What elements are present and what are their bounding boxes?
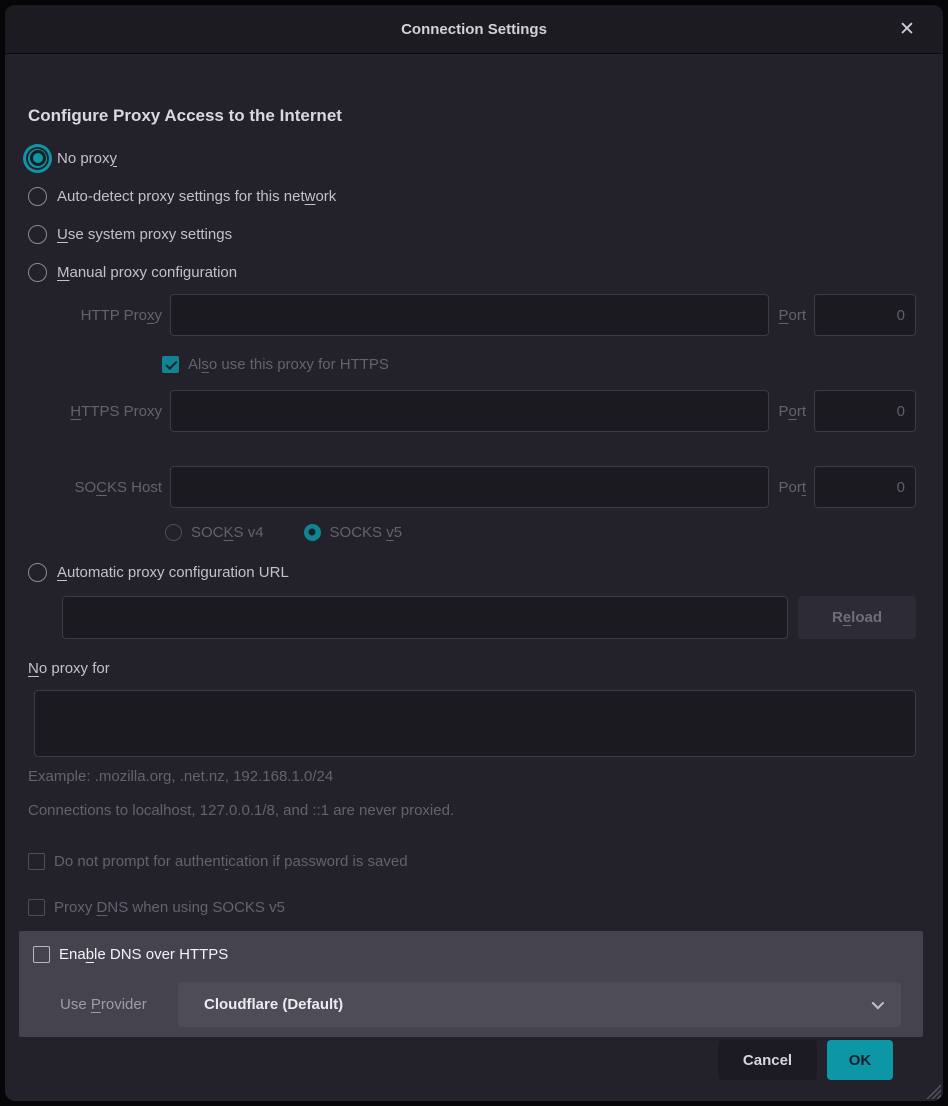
radio-label-manual-proxy: Manual proxy configuration (57, 264, 237, 281)
radio-label-no-proxy: No proxy (57, 150, 117, 167)
checkbox-label-proxy-dns: Proxy DNS when using SOCKS v5 (54, 899, 285, 916)
socks-host-row: SOCKS Host Port 0 (28, 466, 916, 508)
dns-over-https-section: Enable DNS over HTTPS Use Provider Cloud… (19, 931, 923, 1037)
pac-url-input (62, 596, 788, 639)
radio-row-manual-proxy[interactable]: Manual proxy configuration (28, 260, 916, 284)
dialog-title: Connection Settings (401, 21, 547, 38)
checkbox-label-no-auth-prompt: Do not prompt for authentication if pass… (54, 853, 408, 870)
dialog-content: Configure Proxy Access to the Internet N… (5, 104, 943, 1080)
radio-auto-url[interactable] (28, 563, 47, 582)
https-proxy-input (170, 390, 769, 432)
note-localhost: Connections to localhost, 127.0.0.1/8, a… (28, 802, 916, 822)
page-title: Configure Proxy Access to the Internet (28, 104, 916, 128)
radio-label-system-proxy: Use system proxy settings (57, 226, 232, 243)
checkbox-row-no-auth-prompt: Do not prompt for authentication if pass… (28, 851, 916, 871)
dialog-footer: Cancel OK (28, 1040, 916, 1080)
provider-selected-value: Cloudflare (Default) (204, 996, 872, 1013)
connection-settings-dialog: { "colors": { "accent": "#0d96a5", "titl… (0, 0, 948, 1106)
checkbox-share-proxy (162, 356, 179, 373)
provider-label: Use Provider (60, 996, 178, 1013)
share-proxy-checkbox-row: Also use this proxy for HTTPS (162, 354, 916, 374)
no-proxy-for-textarea[interactable] (34, 690, 916, 757)
http-proxy-input (170, 294, 769, 336)
https-port-input: 0 (814, 390, 916, 432)
http-port-label: Port (778, 307, 806, 324)
https-proxy-label: HTTPS Proxy (28, 403, 162, 420)
no-proxy-for-label: No proxy for (28, 660, 916, 680)
socks-port-label: Port (778, 479, 806, 496)
http-proxy-label: HTTP Proxy (28, 307, 162, 324)
checkbox-proxy-dns (28, 899, 45, 916)
close-button[interactable]: ✕ (891, 5, 923, 54)
socks-host-label: SOCKS Host (28, 479, 162, 496)
cancel-button[interactable]: Cancel (718, 1040, 817, 1080)
pac-url-row: Reload (62, 596, 916, 639)
checkbox-label-share-proxy: Also use this proxy for HTTPS (188, 356, 389, 373)
radio-label-socks-v4: SOCKS v4 (191, 524, 264, 541)
https-port-label: Port (778, 403, 806, 420)
radio-label-socks-v5: SOCKS v5 (330, 524, 403, 541)
radio-label-auto-detect: Auto-detect proxy settings for this netw… (57, 188, 336, 205)
socks-version-row: SOCKS v4 SOCKS v5 (165, 521, 916, 543)
checkbox-label-enable-doh: Enable DNS over HTTPS (59, 946, 228, 963)
radio-auto-detect[interactable] (28, 187, 47, 206)
note-example: Example: .mozilla.org, .net.nz, 192.168.… (28, 768, 916, 788)
ok-button[interactable]: OK (827, 1040, 893, 1080)
socks-host-input (170, 466, 769, 508)
close-icon: ✕ (899, 18, 915, 41)
radio-row-auto-url[interactable]: Automatic proxy configuration URL (28, 560, 916, 584)
http-port-input: 0 (814, 294, 916, 336)
dialog-window: Connection Settings ✕ Configure Proxy Ac… (5, 5, 943, 1101)
https-proxy-row: HTTPS Proxy Port 0 (28, 390, 916, 432)
radio-row-no-proxy[interactable]: No proxy (28, 146, 916, 170)
checkbox-row-proxy-dns: Proxy DNS when using SOCKS v5 (28, 897, 916, 917)
provider-select[interactable]: Cloudflare (Default) (178, 982, 901, 1027)
radio-system-proxy[interactable] (28, 225, 47, 244)
radio-row-auto-detect[interactable]: Auto-detect proxy settings for this netw… (28, 184, 916, 208)
reload-button: Reload (798, 596, 916, 639)
chevron-down-icon (872, 997, 885, 1010)
radio-label-auto-url: Automatic proxy configuration URL (57, 564, 289, 581)
provider-row: Use Provider Cloudflare (Default) (33, 982, 901, 1027)
radio-socks-v5 (304, 524, 321, 541)
titlebar: Connection Settings ✕ (5, 5, 943, 54)
socks-port-input: 0 (814, 466, 916, 508)
checkbox-enable-doh[interactable] (33, 946, 50, 963)
radio-row-system-proxy[interactable]: Use system proxy settings (28, 222, 916, 246)
reload-button-label: Reload (832, 609, 882, 626)
http-proxy-row: HTTP Proxy Port 0 (28, 294, 916, 336)
checkbox-row-enable-doh[interactable]: Enable DNS over HTTPS (33, 944, 901, 964)
radio-manual-proxy[interactable] (28, 263, 47, 282)
radio-socks-v4 (165, 524, 182, 541)
radio-no-proxy[interactable] (28, 149, 47, 168)
checkbox-no-auth-prompt (28, 853, 45, 870)
